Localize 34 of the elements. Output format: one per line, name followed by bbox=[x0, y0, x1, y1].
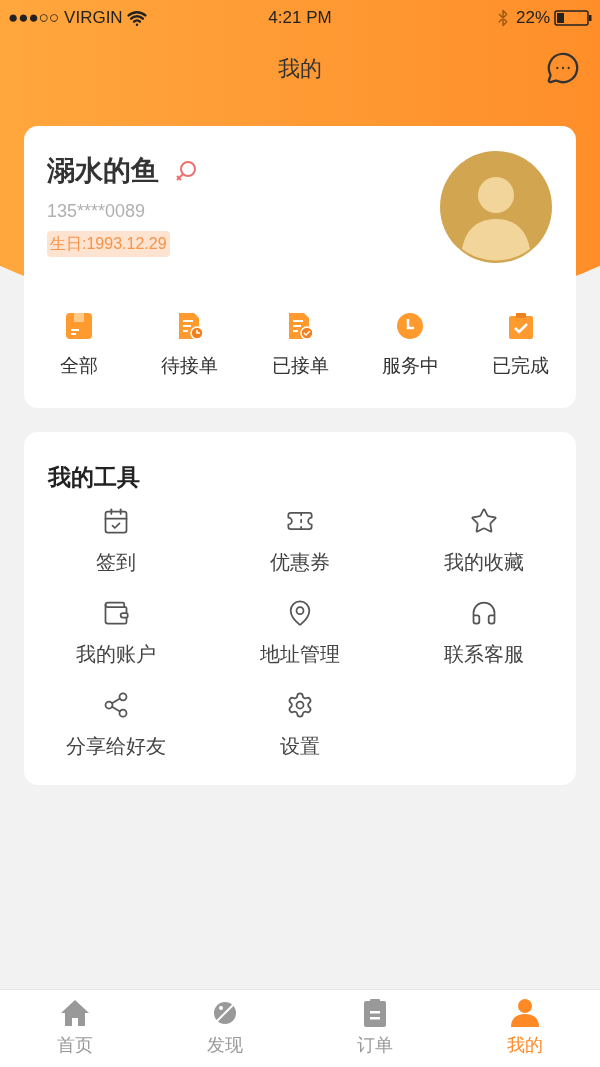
star-icon bbox=[470, 506, 498, 535]
female-icon bbox=[175, 160, 197, 182]
tool-item[interactable]: 优惠券 bbox=[208, 506, 392, 577]
settings-icon bbox=[286, 690, 314, 719]
tool-item[interactable]: 地址管理 bbox=[208, 598, 392, 669]
tool-item[interactable]: 设置 bbox=[208, 690, 392, 761]
person-icon bbox=[510, 998, 540, 1028]
battery-percent: 22% bbox=[515, 6, 550, 29]
birthday-tag: 生日:1993.12.29 bbox=[47, 231, 170, 257]
tool-item[interactable]: 分享给好友 bbox=[24, 690, 208, 761]
tool-item[interactable]: 签到 bbox=[24, 506, 208, 577]
home-icon bbox=[60, 998, 90, 1028]
order-status-tab[interactable]: 已完成 bbox=[465, 311, 577, 380]
calendar-check-icon bbox=[102, 506, 130, 535]
clock-icon bbox=[396, 311, 425, 340]
page-title: 我的 bbox=[278, 54, 322, 83]
box-icon bbox=[65, 311, 94, 340]
carrier-label: ●●●○○ VIRGIN bbox=[8, 6, 123, 29]
tool-item[interactable]: 联系客服 bbox=[392, 598, 576, 669]
tool-item[interactable]: 我的账户 bbox=[24, 598, 208, 669]
order-status-tab[interactable]: 待接单 bbox=[134, 311, 245, 380]
tool-item[interactable]: 我的收藏 bbox=[392, 506, 576, 577]
share-icon bbox=[102, 690, 130, 719]
section-title: 我的工具 bbox=[46, 463, 141, 492]
clock-time: 4:21 PM bbox=[268, 6, 332, 29]
order-status-tab[interactable]: 服务中 bbox=[355, 311, 466, 380]
message-icon[interactable] bbox=[546, 51, 580, 85]
document-check-icon bbox=[286, 311, 314, 340]
battery-icon bbox=[554, 9, 592, 26]
phone-number: 135****0089 bbox=[47, 200, 147, 223]
user-name: 溺水的鱼 bbox=[47, 154, 159, 188]
order-status-tab[interactable]: 全部 bbox=[24, 311, 135, 380]
order-status-tab[interactable]: 已接单 bbox=[244, 311, 356, 380]
clipboard-check-icon bbox=[506, 311, 535, 340]
